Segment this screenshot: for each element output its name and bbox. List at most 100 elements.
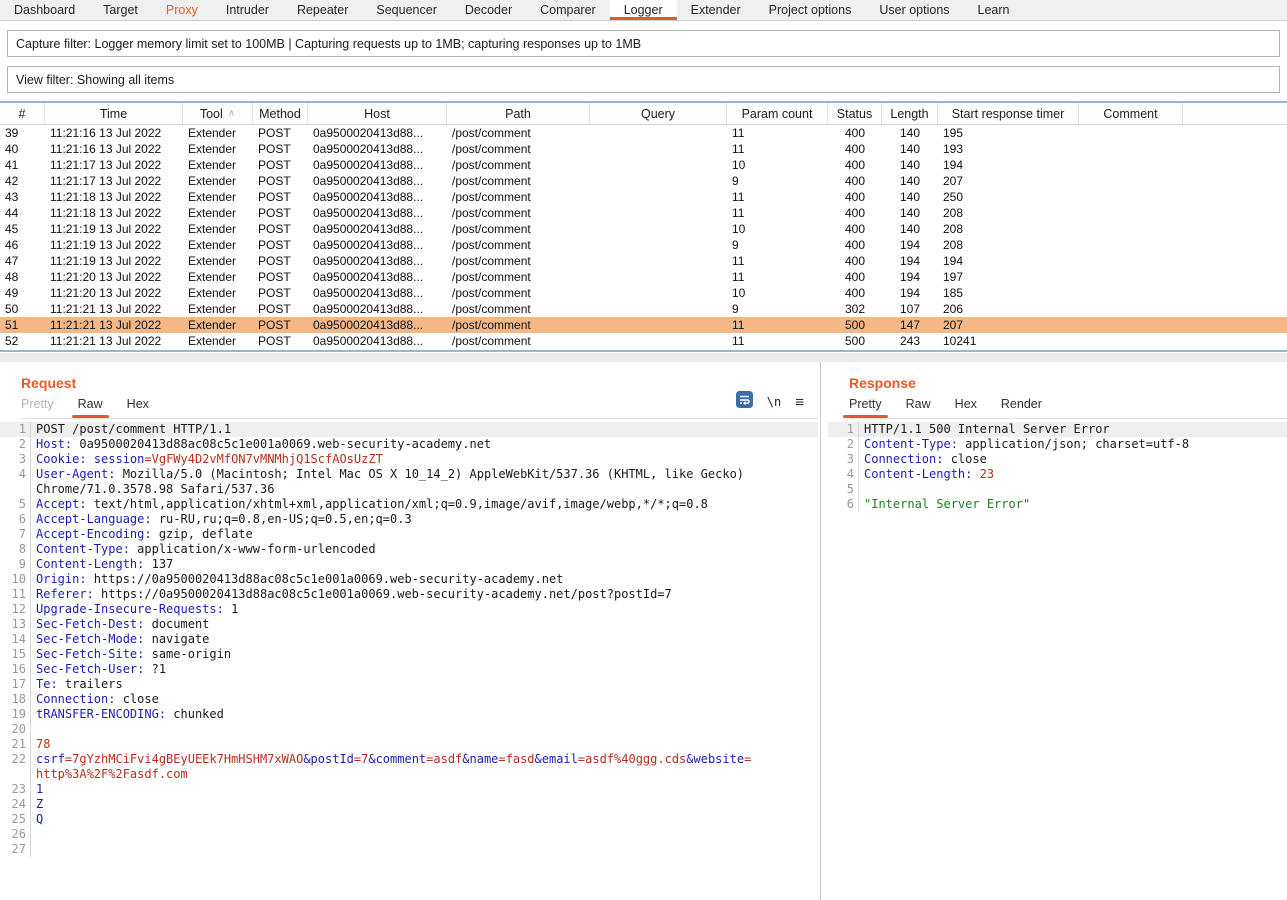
log-row-50[interactable]: 5011:21:21 13 Jul 2022ExtenderPOST0a9500… bbox=[0, 301, 1287, 317]
cell-status: 302 bbox=[828, 301, 882, 317]
capture-filter-bar[interactable]: Capture filter: Logger memory limit set … bbox=[7, 30, 1280, 57]
cell-id: 42 bbox=[0, 173, 45, 189]
log-row-42[interactable]: 4211:21:17 13 Jul 2022ExtenderPOST0a9500… bbox=[0, 173, 1287, 189]
cell-time: 11:21:22 13 Jul 2022 bbox=[45, 349, 183, 352]
log-row-53[interactable]: 5311:21:22 13 Jul 2022ExtenderPOST0a9500… bbox=[0, 349, 1287, 352]
main-tab-project-options[interactable]: Project options bbox=[755, 0, 866, 20]
response-tab-pretty[interactable]: Pretty bbox=[849, 397, 882, 418]
log-row-52[interactable]: 5211:21:21 13 Jul 2022ExtenderPOST0a9500… bbox=[0, 333, 1287, 349]
log-row-47[interactable]: 4711:21:19 13 Jul 2022ExtenderPOST0a9500… bbox=[0, 253, 1287, 269]
cell-path: /post/comment bbox=[447, 157, 590, 173]
line-number: 18 bbox=[0, 692, 26, 707]
line-number: 6 bbox=[0, 512, 26, 527]
newline-icon[interactable]: \n bbox=[767, 395, 781, 409]
main-tab-intruder[interactable]: Intruder bbox=[212, 0, 283, 20]
log-row-41[interactable]: 4111:21:17 13 Jul 2022ExtenderPOST0a9500… bbox=[0, 157, 1287, 173]
line-content: Connection: close bbox=[864, 452, 987, 467]
main-tab-repeater[interactable]: Repeater bbox=[283, 0, 362, 20]
line-number: 11 bbox=[0, 587, 26, 602]
cell-start_response_timer: 207 bbox=[938, 317, 1079, 333]
column-header-comment[interactable]: Comment bbox=[1079, 103, 1183, 124]
cell-query bbox=[590, 269, 727, 285]
main-tab-dashboard[interactable]: Dashboard bbox=[0, 0, 89, 20]
column-header-length[interactable]: Length bbox=[882, 103, 938, 124]
editor-line: 13Sec-Fetch-Dest: document bbox=[0, 617, 818, 632]
response-tab-raw[interactable]: Raw bbox=[906, 397, 931, 418]
word-wrap-icon[interactable] bbox=[736, 391, 753, 413]
line-number: 21 bbox=[0, 737, 26, 752]
cell-param_count: 11 bbox=[727, 333, 828, 349]
editor-line: 22csrf=7gYzhMCiFvi4gBEyUEEk7HmHSHM7xWAO&… bbox=[0, 752, 818, 767]
response-tab-render[interactable]: Render bbox=[1001, 397, 1042, 418]
column-header-host[interactable]: Host bbox=[308, 103, 447, 124]
line-content: Sec-Fetch-Mode: navigate bbox=[36, 632, 209, 647]
line-number: 23 bbox=[0, 782, 26, 797]
editor-line: 11Referer: https://0a9500020413d88ac08c5… bbox=[0, 587, 818, 602]
main-tab-extender[interactable]: Extender bbox=[677, 0, 755, 20]
column-header-param-count[interactable]: Param count bbox=[727, 103, 828, 124]
log-row-51[interactable]: 5111:21:21 13 Jul 2022ExtenderPOST0a9500… bbox=[0, 317, 1287, 333]
log-row-40[interactable]: 4011:21:16 13 Jul 2022ExtenderPOST0a9500… bbox=[0, 141, 1287, 157]
main-tab-learn[interactable]: Learn bbox=[964, 0, 1024, 20]
main-tab-proxy[interactable]: Proxy bbox=[152, 0, 212, 20]
column-header--[interactable]: # bbox=[0, 103, 45, 124]
cell-start_response_timer: 197 bbox=[938, 269, 1079, 285]
line-content: User-Agent: Mozilla/5.0 (Macintosh; Inte… bbox=[36, 467, 744, 482]
panel-divider[interactable] bbox=[820, 362, 821, 900]
log-row-45[interactable]: 4511:21:19 13 Jul 2022ExtenderPOST0a9500… bbox=[0, 221, 1287, 237]
log-row-49[interactable]: 4911:21:20 13 Jul 2022ExtenderPOST0a9500… bbox=[0, 285, 1287, 301]
cell-host: 0a9500020413d88... bbox=[308, 141, 447, 157]
editor-line: 2178 bbox=[0, 737, 818, 752]
response-tab-hex[interactable]: Hex bbox=[955, 397, 977, 418]
response-title: Response bbox=[849, 375, 1287, 391]
cell-status: 400 bbox=[828, 125, 882, 141]
editor-line: 14Sec-Fetch-Mode: navigate bbox=[0, 632, 818, 647]
cell-time: 11:21:16 13 Jul 2022 bbox=[45, 141, 183, 157]
line-content: Te: trailers bbox=[36, 677, 123, 692]
column-header-status[interactable]: Status bbox=[828, 103, 882, 124]
log-row-39[interactable]: 3911:21:16 13 Jul 2022ExtenderPOST0a9500… bbox=[0, 125, 1287, 141]
cell-id: 44 bbox=[0, 205, 45, 221]
response-editor[interactable]: 1HTTP/1.1 500 Internal Server Error2Cont… bbox=[828, 422, 1287, 900]
main-tab-logger[interactable]: Logger bbox=[610, 0, 677, 20]
request-editor[interactable]: 1POST /post/comment HTTP/1.12Host: 0a950… bbox=[0, 422, 818, 900]
column-header-time[interactable]: Time bbox=[45, 103, 183, 124]
line-content: Content-Type: application/json; charset=… bbox=[864, 437, 1189, 452]
main-tab-sequencer[interactable]: Sequencer bbox=[362, 0, 450, 20]
log-row-48[interactable]: 4811:21:20 13 Jul 2022ExtenderPOST0a9500… bbox=[0, 269, 1287, 285]
log-row-43[interactable]: 4311:21:18 13 Jul 2022ExtenderPOST0a9500… bbox=[0, 189, 1287, 205]
column-header-tool[interactable]: Tool∧ bbox=[183, 103, 253, 124]
cell-comment bbox=[1079, 205, 1183, 221]
line-number: 3 bbox=[828, 452, 854, 467]
main-tab-decoder[interactable]: Decoder bbox=[451, 0, 526, 20]
line-number: 2 bbox=[828, 437, 854, 452]
editor-line: Chrome/71.0.3578.98 Safari/537.36 bbox=[0, 482, 818, 497]
log-row-44[interactable]: 4411:21:18 13 Jul 2022ExtenderPOST0a9500… bbox=[0, 205, 1287, 221]
response-tab-row: Pretty Raw Hex Render bbox=[849, 391, 1287, 419]
main-tab-user-options[interactable]: User options bbox=[865, 0, 963, 20]
column-header-query[interactable]: Query bbox=[590, 103, 727, 124]
editor-menu-icon[interactable]: ≡ bbox=[795, 394, 804, 411]
line-content: Cookie: session=VgFWy4D2vMfON7vMNMhjQ1Sc… bbox=[36, 452, 383, 467]
cell-param_count: 9 bbox=[727, 301, 828, 317]
main-tab-target[interactable]: Target bbox=[89, 0, 152, 20]
cell-length: 140 bbox=[882, 157, 938, 173]
line-number: 5 bbox=[0, 497, 26, 512]
horizontal-splitter[interactable] bbox=[0, 353, 1287, 362]
column-header-method[interactable]: Method bbox=[253, 103, 308, 124]
line-number: 4 bbox=[828, 467, 854, 482]
request-tab-raw[interactable]: Raw bbox=[78, 397, 103, 418]
request-tab-hex[interactable]: Hex bbox=[127, 397, 149, 418]
cell-path: /post/comment bbox=[447, 173, 590, 189]
view-filter-bar[interactable]: View filter: Showing all items bbox=[7, 66, 1280, 93]
cell-length: 243 bbox=[882, 333, 938, 349]
request-tab-pretty[interactable]: Pretty bbox=[21, 397, 54, 418]
editor-line: 6"Internal Server Error" bbox=[828, 497, 1287, 512]
editor-line: 8Content-Type: application/x-www-form-ur… bbox=[0, 542, 818, 557]
column-header-start-response-timer[interactable]: Start response timer bbox=[938, 103, 1079, 124]
line-number: 19 bbox=[0, 707, 26, 722]
log-row-46[interactable]: 4611:21:19 13 Jul 2022ExtenderPOST0a9500… bbox=[0, 237, 1287, 253]
main-tab-comparer[interactable]: Comparer bbox=[526, 0, 610, 20]
column-header-path[interactable]: Path bbox=[447, 103, 590, 124]
cell-start_response_timer: 208 bbox=[938, 237, 1079, 253]
